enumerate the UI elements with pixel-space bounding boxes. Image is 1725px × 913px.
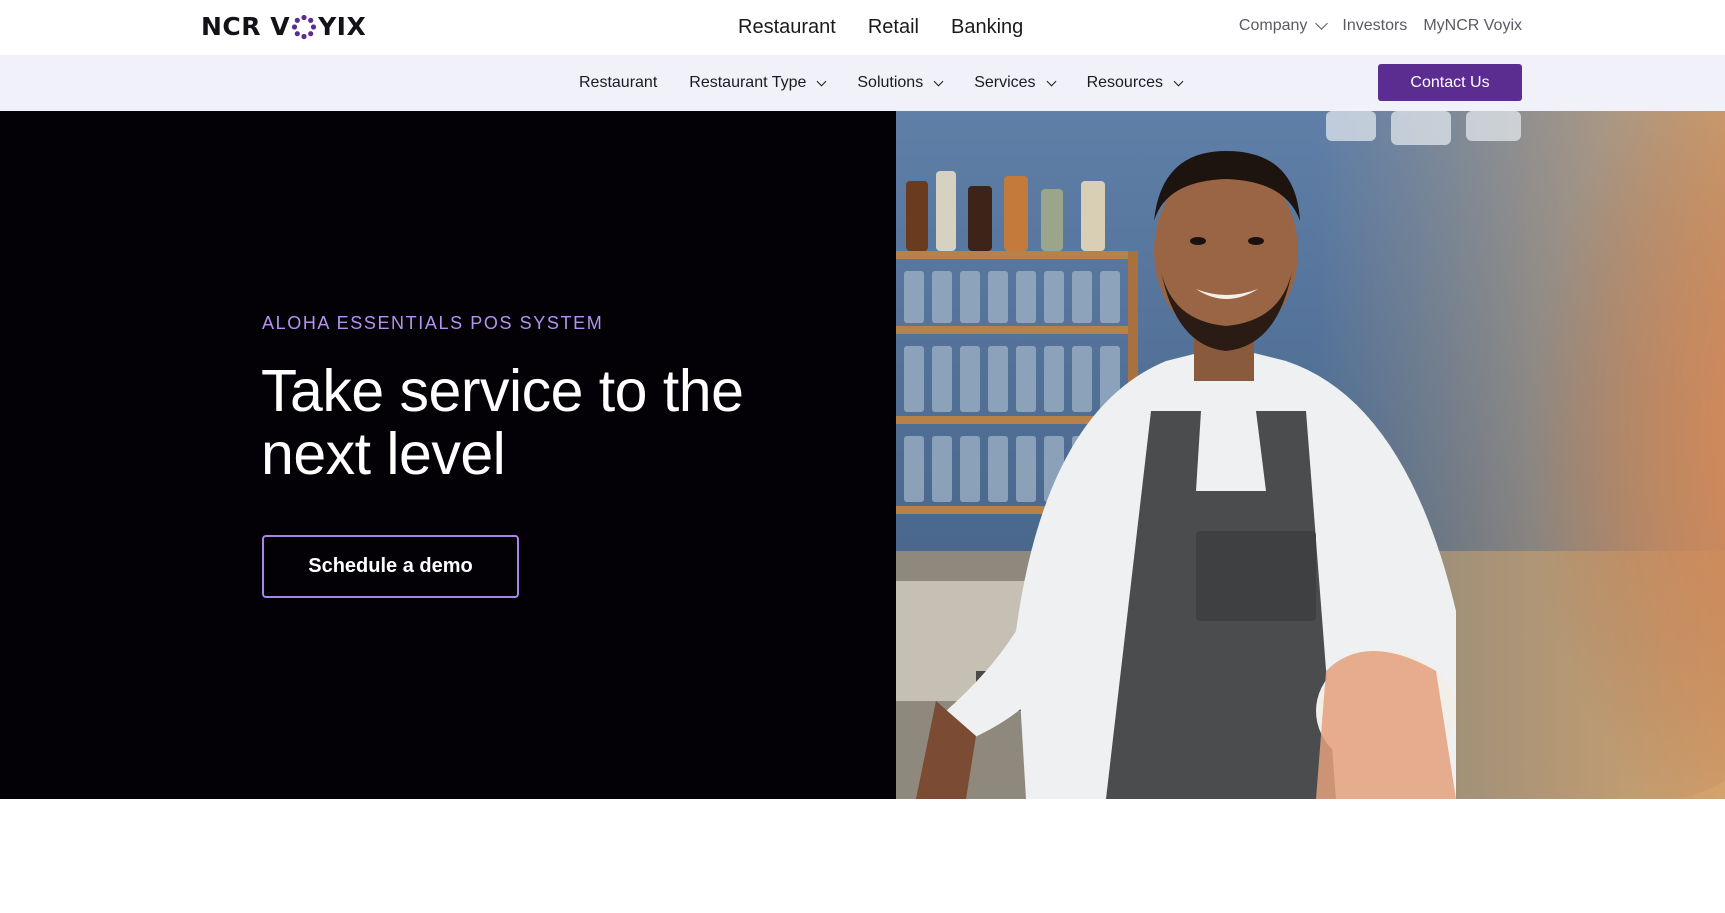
subnav-services-label: Services: [974, 74, 1036, 91]
subnav-services-dropdown[interactable]: Services: [974, 71, 1057, 95]
logo-text-suffix: YIX: [318, 12, 367, 41]
subnav-restaurant-type-dropdown[interactable]: Restaurant Type: [689, 71, 827, 95]
barista-illustration: [896, 111, 1725, 799]
subnav-resources-dropdown[interactable]: Resources: [1086, 71, 1184, 95]
content-below-hero: [0, 799, 1725, 913]
chevron-down-icon: [816, 76, 827, 86]
hero-eyebrow: ALOHA ESSENTIALS POS SYSTEM: [262, 313, 604, 333]
schedule-demo-button[interactable]: Schedule a demo: [262, 535, 519, 598]
logo-text-prefix: NCR V: [201, 12, 291, 41]
logo-dot-ring-icon: [291, 14, 317, 40]
hero-photo-barista: [896, 111, 1725, 799]
top-header: NCR V YIX Restaurant Retail Banking Comp…: [0, 0, 1725, 55]
subnav-solutions-label: Solutions: [857, 74, 924, 91]
company-dropdown[interactable]: Company: [1238, 14, 1329, 38]
subnav-restaurant-type-label: Restaurant Type: [689, 74, 807, 91]
investors-link[interactable]: Investors: [1342, 14, 1407, 38]
nav-banking[interactable]: Banking: [951, 12, 1023, 42]
subnav-resources-label: Resources: [1086, 74, 1164, 91]
chevron-down-icon: [1173, 76, 1184, 86]
ncr-voyix-logo[interactable]: NCR V YIX: [201, 13, 366, 41]
hero-section: ALOHA ESSENTIALS POS SYSTEM Take service…: [0, 111, 1725, 799]
nav-restaurant[interactable]: Restaurant: [738, 12, 836, 42]
chevron-down-icon: [1046, 76, 1057, 86]
chevron-down-icon: [933, 76, 944, 86]
utility-nav: Company Investors MyNCR Voyix: [1239, 14, 1522, 38]
myncr-voyix-link[interactable]: MyNCR Voyix: [1423, 14, 1522, 38]
nav-retail[interactable]: Retail: [868, 12, 919, 42]
hero-text-panel: ALOHA ESSENTIALS POS SYSTEM Take service…: [0, 111, 896, 799]
hero-headline: Take service to the next level: [261, 358, 744, 487]
contact-us-button[interactable]: Contact Us: [1378, 64, 1522, 101]
subnav-restaurant-label: Restaurant: [579, 74, 658, 91]
subnav-restaurant[interactable]: Restaurant: [579, 71, 657, 95]
primary-nav: Restaurant Retail Banking: [738, 12, 1023, 42]
chevron-down-icon: [1315, 17, 1329, 30]
subnav-solutions-dropdown[interactable]: Solutions: [857, 71, 944, 95]
company-label: Company: [1238, 17, 1308, 34]
sub-nav-bar: Restaurant Restaurant Type Solutions Ser…: [0, 55, 1725, 111]
sub-nav: Restaurant Restaurant Type Solutions Ser…: [579, 71, 1184, 95]
